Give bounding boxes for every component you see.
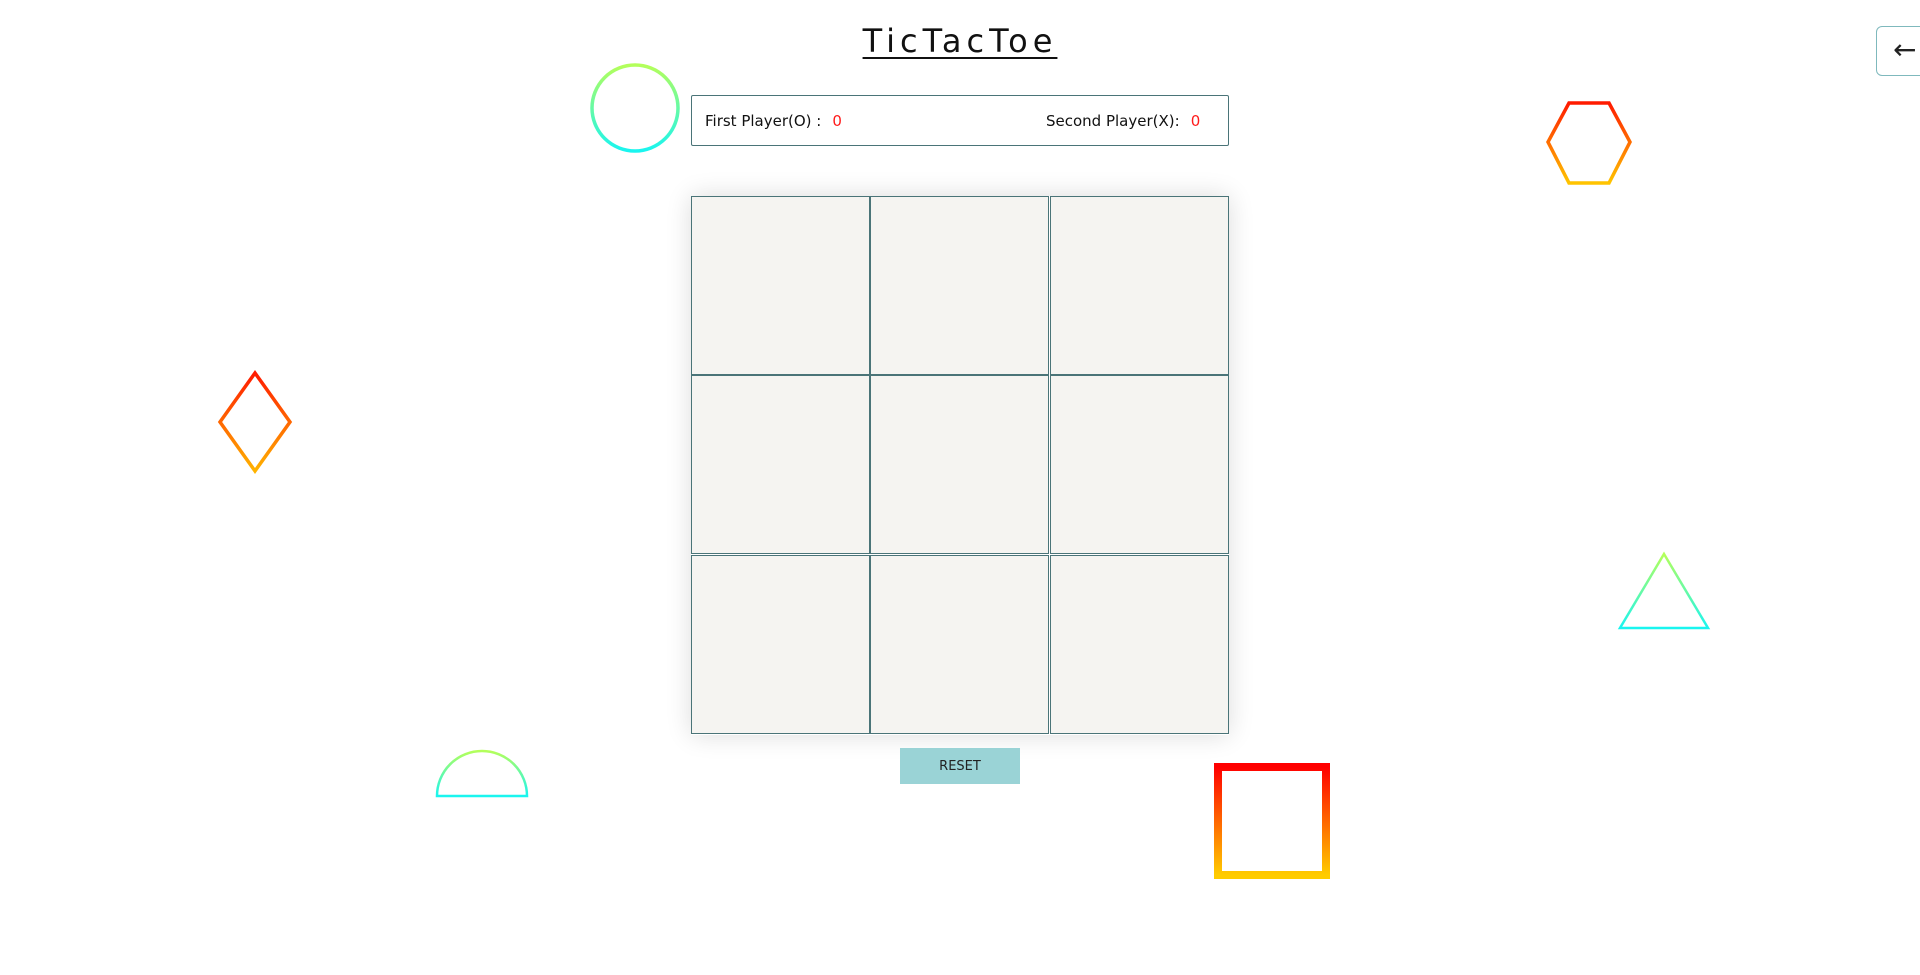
diamond-shape <box>217 369 293 475</box>
board-cell-5[interactable] <box>870 375 1049 554</box>
board-cell-3[interactable] <box>1050 196 1229 375</box>
board-cell-2[interactable] <box>870 196 1049 375</box>
board-cell-8[interactable] <box>870 555 1049 734</box>
board-cell-9[interactable] <box>1050 555 1229 734</box>
board-cell-6[interactable] <box>1050 375 1229 554</box>
first-player-score-group: First Player(O) : 0 <box>705 112 842 130</box>
square-shape <box>1214 763 1330 879</box>
page-title: TicTacToe <box>862 22 1058 60</box>
hexagon-shape <box>1546 101 1632 185</box>
first-player-score: 0 <box>832 112 842 130</box>
board-cell-7[interactable] <box>691 555 870 734</box>
second-player-score-group: Second Player(X): 0 <box>1046 112 1200 130</box>
arrow-left-icon: ← <box>1893 33 1917 66</box>
triangle-shape <box>1617 551 1711 630</box>
second-player-label: Second Player(X): <box>1046 112 1180 130</box>
back-button[interactable]: ← <box>1876 26 1920 76</box>
scoreboard: First Player(O) : 0 Second Player(X): 0 <box>691 95 1229 146</box>
semicircle-shape <box>435 749 529 798</box>
second-player-score: 0 <box>1190 112 1201 130</box>
game-board <box>691 196 1229 735</box>
reset-button[interactable]: RESET <box>900 748 1020 784</box>
first-player-label: First Player(O) : <box>705 112 822 130</box>
circle-shape <box>590 63 680 153</box>
board-cell-4[interactable] <box>691 375 870 554</box>
board-cell-1[interactable] <box>691 196 870 375</box>
